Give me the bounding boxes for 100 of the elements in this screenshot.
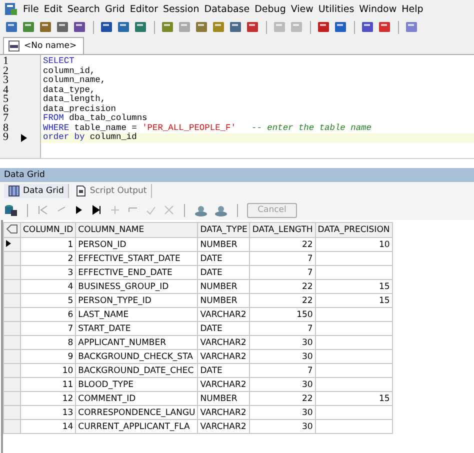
line-number: 9 [3, 133, 9, 142]
toolbar-icon[interactable] [246, 20, 260, 34]
table-cell: 14 [20, 420, 76, 434]
table-cell: 30 [250, 350, 316, 364]
table-cell: 7 [250, 364, 316, 378]
table-cell: 15 [315, 280, 392, 294]
table-cell: 15 [315, 294, 392, 308]
table-cell: 30 [250, 420, 316, 434]
toolbar-icon[interactable] [161, 20, 175, 34]
toolbar-icon[interactable] [5, 20, 19, 34]
table-cell: 30 [250, 336, 316, 350]
toolbar-icon[interactable] [334, 20, 348, 34]
toolbar-icon[interactable] [317, 20, 331, 34]
toolbar-icon[interactable] [73, 20, 87, 34]
toolbar-icon[interactable] [378, 20, 392, 34]
table-cell: 150 [250, 308, 316, 322]
table-cell: NUMBER [198, 294, 250, 308]
table-cell: 22 [250, 238, 316, 252]
toolbar-icon[interactable] [117, 20, 131, 34]
menu-item[interactable]: File [23, 4, 44, 14]
toolbar-icon[interactable] [405, 20, 419, 34]
menu-item[interactable]: Edit [44, 4, 68, 14]
table-cell: VARCHAR2 [198, 406, 250, 420]
table-cell: BACKGROUND_DATE_CHEC [76, 364, 198, 378]
line-number: 8 [3, 124, 9, 133]
menu-item[interactable]: Session [163, 4, 204, 14]
table-cell: BLOOD_TYPE [76, 378, 198, 392]
code-line: data_type, [42, 86, 96, 94]
menu-item[interactable]: Grid [104, 4, 130, 14]
table-cell: VARCHAR2 [198, 420, 250, 434]
table-cell: 30 [250, 378, 316, 392]
menu-item[interactable]: View [290, 4, 318, 14]
column-header[interactable]: DATA_PRECISION [315, 222, 392, 238]
menu-item[interactable]: Debug [254, 4, 291, 14]
toolbar-icon[interactable] [39, 20, 53, 34]
table-cell: NUMBER [198, 280, 250, 294]
table-cell: 12 [20, 392, 76, 406]
toolbar-icon[interactable] [361, 20, 375, 34]
table-cell: 7 [250, 266, 316, 280]
row-indicator[interactable] [4, 238, 20, 252]
table-cell: 1 [20, 238, 76, 252]
table-cell: 30 [250, 406, 316, 420]
column-header[interactable]: COLUMN_ID [20, 222, 76, 238]
table-cell: 22 [250, 280, 316, 294]
table-cell: EFFECTIVE_END_DATE [76, 266, 198, 280]
add-record-icon[interactable] [109, 204, 121, 216]
line-number: 1 [3, 57, 9, 66]
code-line: data_precision [42, 104, 116, 114]
table-cell: 8 [20, 336, 76, 350]
table-cell: CORRESPONDENCE_LANGU [76, 406, 198, 420]
line-number: 6 [3, 104, 9, 114]
table-cell: 5 [20, 294, 76, 308]
app-icon [4, 2, 18, 16]
menu-item[interactable]: Editor [130, 4, 164, 14]
menu-item[interactable]: Utilities [318, 4, 360, 14]
last-record-icon[interactable] [91, 204, 103, 216]
document-tab[interactable]: <No name> [3, 37, 84, 54]
toolbar-icon[interactable] [22, 20, 36, 34]
table-cell: 9 [20, 350, 76, 364]
code-line: data_length, [42, 95, 107, 104]
toolbar-icon[interactable] [100, 20, 114, 34]
database-icon[interactable] [4, 203, 18, 217]
menu-item[interactable]: Database [204, 4, 255, 14]
table-cell: 22 [250, 392, 316, 406]
toolbar-icon[interactable] [134, 20, 148, 34]
menu-item[interactable]: Help [402, 4, 428, 14]
toolbar-icon[interactable] [229, 20, 243, 34]
column-header[interactable]: DATA_TYPE [198, 222, 250, 238]
result-tab[interactable]: Data Grid [4, 184, 69, 198]
table-cell: EFFECTIVE_START_DATE [76, 252, 198, 266]
toolbar-icon[interactable] [195, 20, 209, 34]
table-cell: VARCHAR2 [198, 378, 250, 392]
check-icon[interactable] [145, 204, 157, 216]
table-cell: DATE [198, 252, 250, 266]
column-header[interactable]: COLUMN_NAME [76, 222, 198, 238]
table-cell: 10 [315, 238, 392, 252]
table-cell: 15 [315, 392, 392, 406]
code-line: SELECT [42, 57, 76, 66]
table-cell: 7 [250, 322, 316, 336]
table-cell: 11 [20, 378, 76, 392]
cancel-edit-icon[interactable] [163, 204, 175, 216]
table-cell: NUMBER [198, 238, 250, 252]
table-cell: 7 [20, 322, 76, 336]
toolbar-icon[interactable] [56, 20, 70, 34]
table-cell: 4 [20, 280, 76, 294]
result-tab[interactable]: Script Output [70, 184, 152, 198]
code-line: WHERE table_name = 'PER_ALL_PEOPLE_F' -- enter the table name [42, 124, 372, 132]
toolbar-icon[interactable] [212, 20, 226, 34]
menu-item[interactable]: Window [359, 4, 402, 14]
menu-item[interactable]: Search [67, 4, 105, 14]
first-record-icon[interactable] [37, 204, 49, 216]
column-header[interactable]: DATA_LENGTH [250, 222, 316, 238]
select-all-icon[interactable] [6, 224, 18, 234]
document-icon [74, 185, 87, 197]
table-cell: NUMBER [198, 392, 250, 406]
code-line: column_id, [42, 66, 96, 76]
table-cell: LAST_NAME [76, 308, 198, 322]
table-cell: 6 [20, 308, 76, 322]
table-cell: BACKGROUND_CHECK_STA [76, 350, 198, 364]
table-cell: BUSINESS_GROUP_ID [76, 280, 198, 294]
